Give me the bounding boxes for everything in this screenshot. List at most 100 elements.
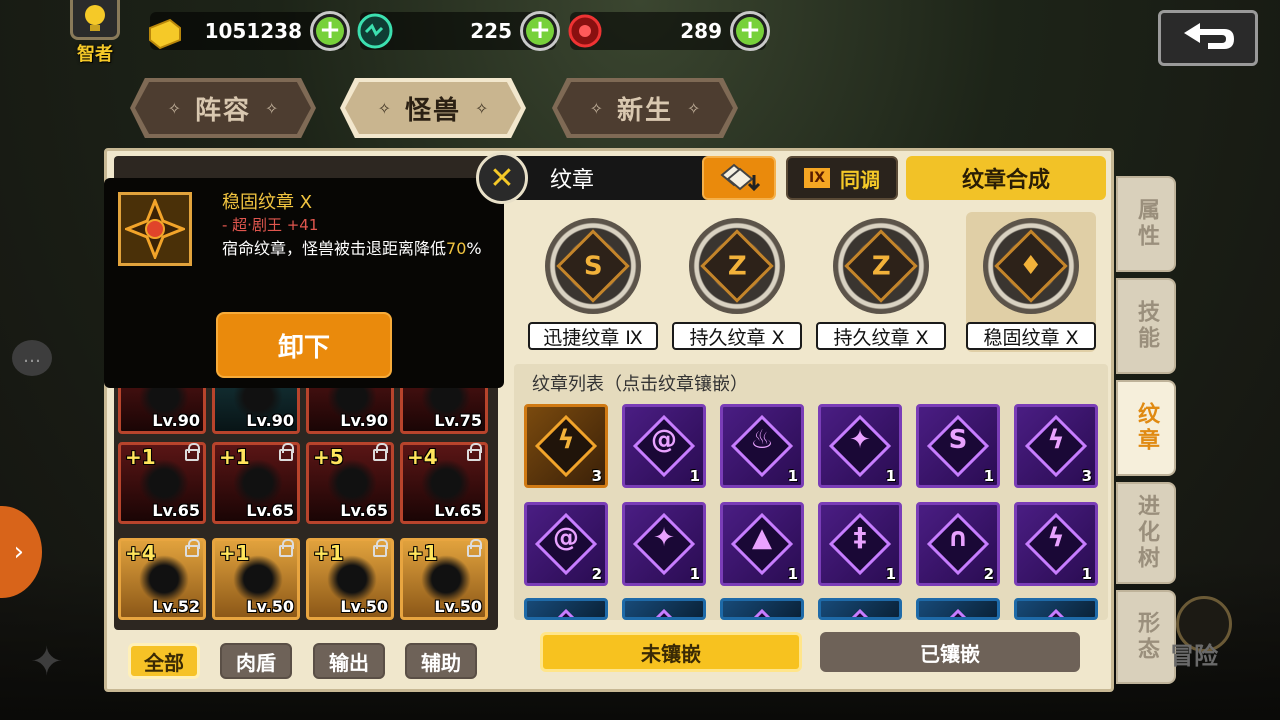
emblem-count: 1 bbox=[885, 565, 896, 583]
monster-card[interactable]: +1 Lv.65 bbox=[212, 442, 300, 524]
popup-description: 宿命纹章，怪兽被击退距离降低70% bbox=[222, 239, 482, 258]
wise-label: 智者 bbox=[77, 44, 113, 65]
emblem-list-item[interactable]: ∩ 2 bbox=[916, 502, 1000, 586]
monster-level: Lv.50 bbox=[434, 597, 482, 616]
same-tone-label: 同调 bbox=[840, 167, 880, 192]
monster-level: Lv.65 bbox=[434, 501, 482, 520]
emblem-list-item[interactable]: ♨ 1 bbox=[720, 404, 804, 488]
same-tone-button[interactable]: IX 同调 bbox=[786, 156, 898, 200]
add-gold-button[interactable]: + bbox=[310, 11, 350, 51]
side-tab[interactable]: 技能 bbox=[1116, 278, 1176, 374]
gold-bar-icon bbox=[149, 18, 181, 50]
emblem-list-item[interactable]: ✧ bbox=[622, 598, 706, 620]
equipped-emblem-slot[interactable]: S 迅捷纹章 Ⅸ bbox=[528, 212, 658, 352]
monster-level: Lv.75 bbox=[434, 411, 482, 430]
emblem-list-item[interactable]: ▲ 1 bbox=[720, 502, 804, 586]
tab-lineup[interactable]: ✧ 阵容 ✧ bbox=[130, 78, 316, 138]
emblem-glyph-icon: ‡ bbox=[853, 523, 867, 553]
chat-icon[interactable]: … bbox=[12, 340, 52, 376]
equipped-emblem-slot[interactable]: Z 持久纹章 X bbox=[672, 212, 802, 352]
inlaid-button[interactable]: 已镶嵌 bbox=[820, 632, 1080, 672]
emblem-glyph-icon: @ bbox=[651, 425, 677, 455]
emblem-list-item[interactable]: @1 bbox=[622, 404, 706, 488]
emblem-list-item[interactable]: ϟ3 bbox=[524, 404, 608, 488]
emblem-list-item[interactable]: ✧ bbox=[1014, 598, 1098, 620]
emblem-list-item[interactable]: ϟ1 bbox=[1014, 502, 1098, 586]
monster-card[interactable]: +1 Lv.50 bbox=[212, 538, 300, 620]
lightbulb-icon bbox=[70, 0, 120, 40]
stack-down-arrow-icon bbox=[720, 163, 761, 192]
emblem-glyph-icon: ✦ bbox=[849, 425, 871, 455]
monster-card[interactable]: +1 Lv.65 bbox=[118, 442, 206, 524]
emblem-list-item[interactable]: @2 bbox=[524, 502, 608, 586]
side-tab[interactable]: 进化树 bbox=[1116, 482, 1176, 584]
close-icon: ✕ bbox=[489, 160, 515, 196]
filter-button[interactable]: 输出 bbox=[313, 643, 385, 679]
monster-level: Lv.65 bbox=[246, 501, 294, 520]
close-button[interactable]: ✕ bbox=[476, 152, 528, 204]
emblem-list-item[interactable]: ✧ bbox=[818, 598, 902, 620]
lock-icon bbox=[467, 539, 482, 557]
emblem-count: 1 bbox=[787, 565, 798, 583]
emblem-list-item[interactable]: ϟ3 bbox=[1014, 404, 1098, 488]
equipped-emblem-label: 持久纹章 X bbox=[816, 322, 946, 350]
side-tab[interactable]: 形态 bbox=[1116, 590, 1176, 684]
emblem-list-item[interactable]: ✦ 1 bbox=[818, 404, 902, 488]
monster-plus: +1 bbox=[219, 541, 250, 565]
emblem-ring-icon: S bbox=[545, 218, 641, 314]
side-tab[interactable]: 纹章 bbox=[1116, 380, 1176, 476]
lock-icon bbox=[279, 443, 294, 461]
equipped-emblem-label: 持久纹章 X bbox=[672, 322, 802, 350]
monster-card[interactable]: +1 Lv.50 bbox=[306, 538, 394, 620]
emblem-glyph-icon: ϟ bbox=[1047, 523, 1065, 553]
emblem-list-item[interactable]: ✦ 1 bbox=[622, 502, 706, 586]
emblem-glyph-icon: S bbox=[948, 425, 968, 455]
back-button[interactable] bbox=[1158, 10, 1258, 66]
filter-button[interactable]: 肉盾 bbox=[220, 643, 292, 679]
monster-card[interactable]: +4 Lv.65 bbox=[400, 442, 488, 524]
add-red-button[interactable]: + bbox=[730, 11, 770, 51]
emblem-list-title: 纹章列表（点击纹章镶嵌） bbox=[532, 374, 748, 395]
emblem-list-item[interactable]: ‡ 1 bbox=[818, 502, 902, 586]
tab-monster[interactable]: ✧ 怪兽 ✧ bbox=[340, 78, 526, 138]
equipped-emblem-label: 稳固纹章 X bbox=[966, 322, 1096, 350]
filter-button[interactable]: 全部 bbox=[128, 643, 200, 679]
monster-card[interactable]: +1 Lv.50 bbox=[400, 538, 488, 620]
emblem-list-item[interactable]: ✧ bbox=[524, 598, 608, 620]
emblem-count: 1 bbox=[983, 467, 994, 485]
gold-value: 1051238 bbox=[204, 19, 302, 43]
equipped-emblem-slot[interactable]: Z 持久纹章 X bbox=[816, 212, 946, 352]
adventure-label[interactable]: 冒险 bbox=[1170, 636, 1218, 671]
not-inlaid-button[interactable]: 未镶嵌 bbox=[540, 632, 802, 672]
add-green-button[interactable]: + bbox=[520, 11, 560, 51]
wise-button[interactable]: 智者 bbox=[68, 0, 122, 65]
quick-equip-button[interactable] bbox=[702, 156, 776, 200]
stable-emblem-icon bbox=[118, 192, 192, 266]
tab-rebirth[interactable]: ✧ 新生 ✧ bbox=[552, 78, 738, 138]
side-tab[interactable]: 属性 bbox=[1116, 176, 1176, 272]
return-arrow-icon bbox=[1184, 23, 1234, 49]
filter-button[interactable]: 辅助 bbox=[405, 643, 477, 679]
emblem-list-item[interactable]: S1 bbox=[916, 404, 1000, 488]
emblem-count: 1 bbox=[689, 565, 700, 583]
equipped-emblem-slot[interactable]: ♦ 稳固纹章 X bbox=[966, 212, 1096, 352]
emblem-count: 1 bbox=[787, 467, 798, 485]
monster-card[interactable]: +4 Lv.52 bbox=[118, 538, 206, 620]
emblem-synthesis-button[interactable]: 纹章合成 bbox=[906, 156, 1106, 200]
emblem-glyph-icon: ♨ bbox=[750, 425, 774, 455]
lock-icon bbox=[467, 443, 482, 461]
monster-plus: +4 bbox=[407, 445, 438, 469]
emblem-list-item[interactable]: ✧ bbox=[916, 598, 1000, 620]
emblem-header-title: 纹章 bbox=[550, 168, 595, 193]
emblem-ring-icon: Z bbox=[689, 218, 785, 314]
emblem-glyph-icon: ϟ bbox=[1047, 425, 1065, 455]
emblem-glyph-icon: ✦ bbox=[653, 523, 675, 553]
emblem-count: 1 bbox=[1081, 565, 1092, 583]
unequip-button[interactable]: 卸下 bbox=[216, 312, 392, 378]
green-value: 225 bbox=[470, 19, 512, 43]
monster-card[interactable]: +5 Lv.65 bbox=[306, 442, 394, 524]
emblem-list-item[interactable]: ✧ bbox=[720, 598, 804, 620]
monster-plus: +1 bbox=[407, 541, 438, 565]
shuriken-icon[interactable]: ✦ bbox=[30, 640, 74, 684]
emblem-glyph-icon: ∩ bbox=[947, 523, 969, 553]
